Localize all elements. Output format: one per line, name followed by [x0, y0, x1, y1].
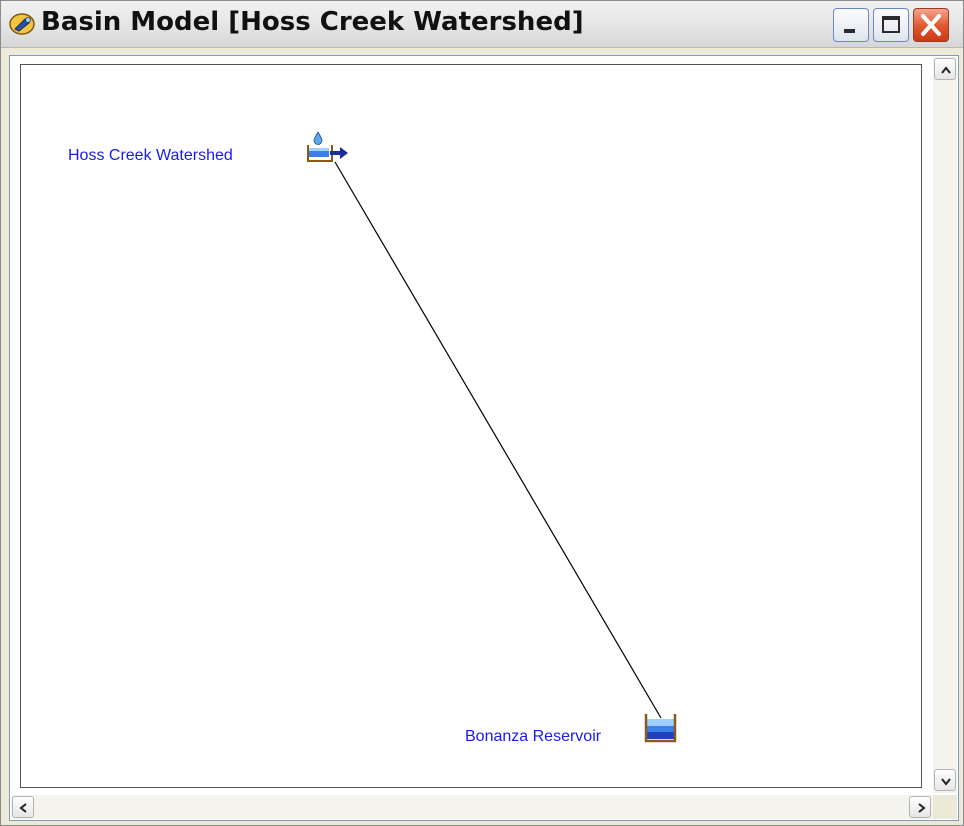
- scrollbar-corner: [933, 795, 957, 819]
- reservoir-icon[interactable]: [643, 712, 677, 744]
- arrow-up-icon: [941, 66, 951, 74]
- client-area: Hoss Creek Watershed Bonanza Reservoir: [9, 55, 959, 821]
- close-button[interactable]: [913, 8, 949, 42]
- arrow-right-icon: [918, 803, 926, 813]
- arrow-down-icon: [941, 778, 951, 786]
- subbasin-label[interactable]: Hoss Creek Watershed: [68, 147, 233, 165]
- connection-line: [334, 161, 662, 719]
- maximize-icon: [882, 16, 900, 33]
- basin-map-canvas[interactable]: Hoss Creek Watershed Bonanza Reservoir: [20, 64, 922, 788]
- title-bar[interactable]: Basin Model [Hoss Creek Watershed]: [1, 1, 963, 48]
- horizontal-scrollbar[interactable]: [11, 795, 933, 819]
- maximize-button[interactable]: [873, 8, 909, 42]
- minimize-button[interactable]: [833, 8, 869, 42]
- scroll-left-button[interactable]: [12, 796, 34, 818]
- scroll-right-button[interactable]: [909, 796, 931, 818]
- basin-model-icon: [9, 13, 35, 35]
- minimize-icon: [844, 29, 855, 33]
- reservoir-label[interactable]: Bonanza Reservoir: [465, 728, 601, 746]
- scroll-up-button[interactable]: [934, 58, 956, 80]
- vertical-scrollbar[interactable]: [933, 57, 957, 793]
- arrow-left-icon: [19, 803, 27, 813]
- close-icon: [921, 14, 941, 36]
- window-title: Basin Model [Hoss Creek Watershed]: [41, 7, 584, 37]
- basin-model-window: Basin Model [Hoss Creek Watershed] Hoss …: [0, 0, 964, 826]
- subbasin-icon[interactable]: [305, 131, 349, 165]
- scroll-down-button[interactable]: [934, 769, 956, 791]
